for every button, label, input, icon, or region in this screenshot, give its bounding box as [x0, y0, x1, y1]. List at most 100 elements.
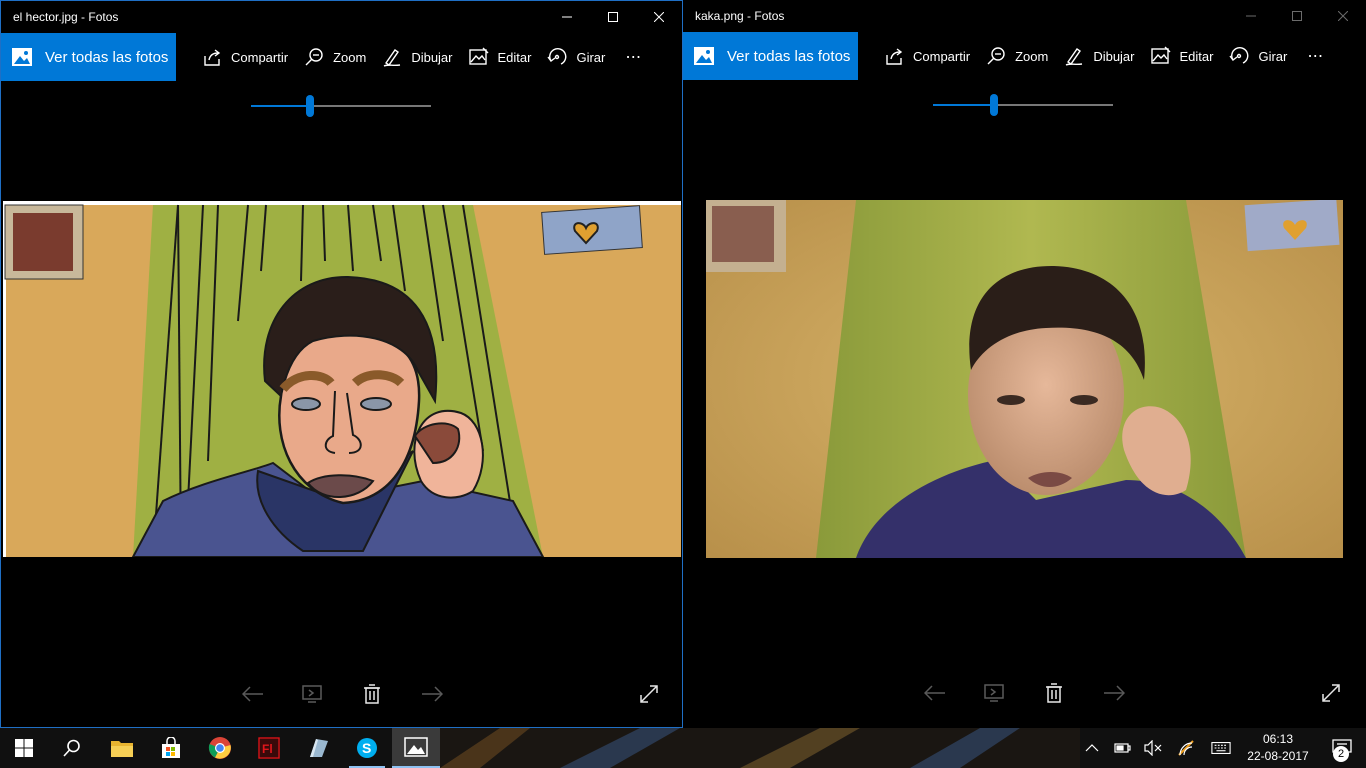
photos-icon — [404, 737, 428, 757]
view-all-photos-button[interactable]: Ver todas las fotos — [1, 33, 176, 81]
title-bar[interactable]: kaka.png - Fotos — [683, 0, 1366, 32]
slideshow-button[interactable] — [297, 679, 327, 709]
toolbar: Ver todas las fotos Compartir Zoom Dibuj… — [1, 33, 682, 81]
zoom-label: Zoom — [1015, 48, 1049, 64]
photo-webcam — [706, 200, 1343, 558]
zoom-slider[interactable] — [251, 95, 431, 117]
windows-start-icon — [15, 739, 33, 757]
edit-button[interactable]: Editar — [1150, 32, 1214, 80]
rotate-icon — [1229, 47, 1249, 64]
clock-time: 06:13 — [1262, 732, 1294, 746]
share-button[interactable]: Compartir — [884, 32, 970, 80]
title-bar[interactable]: el hector.jpg - Fotos — [1, 1, 682, 33]
zoom-slider-thumb[interactable] — [990, 94, 999, 116]
search-button[interactable] — [48, 728, 96, 768]
fullscreen-button[interactable] — [634, 679, 664, 709]
taskbar-photos[interactable] — [392, 728, 440, 768]
delete-button[interactable] — [1039, 678, 1069, 708]
clock-date: 22-08-2017 — [1247, 749, 1309, 763]
close-button[interactable] — [636, 1, 682, 33]
search-icon — [63, 739, 80, 757]
expand-icon — [640, 685, 658, 703]
next-button[interactable] — [417, 679, 447, 709]
zoom-button[interactable]: Zoom — [986, 32, 1048, 80]
photos-window-left: el hector.jpg - Fotos Ver todas las foto… — [0, 0, 683, 728]
arrow-right-icon — [422, 686, 443, 702]
minimize-button[interactable] — [1228, 0, 1274, 32]
rotate-button[interactable]: Girar — [1229, 32, 1287, 80]
draw-button[interactable]: Dibujar — [382, 33, 453, 81]
edit-label: Editar — [1179, 48, 1214, 64]
draw-label: Dibujar — [1093, 48, 1135, 64]
keyboard-icon — [1211, 742, 1231, 754]
more-options-button[interactable]: ⋯ — [1307, 46, 1324, 66]
rotate-label: Girar — [576, 49, 606, 65]
maximize-button[interactable] — [1274, 0, 1320, 32]
zoom-slider-thumb[interactable] — [306, 95, 315, 117]
skype-icon: S — [357, 738, 377, 758]
share-label: Compartir — [913, 48, 971, 64]
volume-button[interactable] — [1143, 738, 1163, 758]
arrow-left-icon — [924, 685, 945, 701]
battery-icon — [1114, 743, 1131, 753]
share-button[interactable]: Compartir — [202, 33, 288, 81]
more-options-button[interactable]: ⋯ — [625, 47, 642, 67]
photos-window-right: kaka.png - Fotos Ver todas las fotos Com… — [683, 0, 1366, 728]
close-button[interactable] — [1320, 0, 1366, 32]
chevron-up-icon — [1085, 744, 1099, 752]
rotate-button[interactable]: Girar — [547, 33, 605, 81]
edit-button[interactable]: Editar — [468, 33, 531, 81]
view-all-photos-label: Ver todas las fotos — [727, 47, 851, 65]
previous-button[interactable] — [920, 678, 950, 708]
slideshow-icon — [984, 684, 1004, 702]
cartoon-image — [3, 201, 681, 557]
zoom-button[interactable]: Zoom — [304, 33, 366, 81]
maximize-button[interactable] — [590, 1, 636, 33]
expand-icon — [1322, 684, 1340, 702]
volume-muted-icon — [1144, 740, 1162, 756]
wallpaper-strip — [440, 728, 1080, 768]
file-explorer-icon — [111, 741, 133, 757]
view-all-photos-label: Ver todas las fotos — [45, 48, 169, 66]
share-icon — [204, 49, 221, 66]
battery-button[interactable] — [1113, 738, 1133, 758]
delete-button[interactable] — [357, 679, 387, 709]
network-button[interactable] — [1176, 738, 1196, 758]
previous-button[interactable] — [238, 679, 268, 709]
draw-label: Dibujar — [411, 49, 453, 65]
arrow-right-icon — [1104, 685, 1125, 701]
toolbar: Ver todas las fotos Compartir Zoom Dibuj… — [683, 32, 1366, 80]
minimize-icon — [562, 16, 572, 18]
next-button[interactable] — [1099, 678, 1129, 708]
clock[interactable]: 06:13 22-08-2017 — [1244, 731, 1312, 765]
edit-image-icon — [1150, 46, 1170, 64]
zoom-slider[interactable] — [933, 94, 1113, 116]
taskbar-skype[interactable]: S — [343, 728, 391, 768]
draw-button[interactable]: Dibujar — [1064, 32, 1135, 80]
trash-icon — [1046, 683, 1062, 703]
notification-count-badge: 2 — [1333, 746, 1349, 762]
svg-text:S: S — [362, 740, 371, 756]
slideshow-button[interactable] — [979, 678, 1009, 708]
minimize-button[interactable] — [544, 1, 590, 33]
share-label: Compartir — [231, 49, 289, 65]
edit-image-icon — [468, 47, 488, 65]
taskbar-flash[interactable]: Fl — [245, 728, 293, 768]
taskbar-app[interactable] — [294, 728, 342, 768]
photo-cartoon — [3, 201, 681, 557]
start-button[interactable] — [0, 728, 48, 768]
taskbar-chrome[interactable] — [196, 728, 244, 768]
flash-icon: Fl — [258, 737, 280, 759]
pen-icon — [383, 49, 401, 67]
rotate-icon — [547, 48, 567, 65]
maximize-icon — [1292, 11, 1302, 21]
taskbar-store[interactable] — [147, 728, 195, 768]
photos-icon — [694, 47, 714, 65]
svg-text:Fl: Fl — [262, 742, 273, 756]
fullscreen-button[interactable] — [1316, 678, 1346, 708]
show-hidden-icons-button[interactable] — [1082, 738, 1102, 758]
window-title: el hector.jpg - Fotos — [13, 10, 119, 24]
touch-keyboard-button[interactable] — [1211, 738, 1231, 758]
view-all-photos-button[interactable]: Ver todas las fotos — [683, 32, 858, 80]
taskbar-file-explorer[interactable] — [98, 728, 146, 768]
